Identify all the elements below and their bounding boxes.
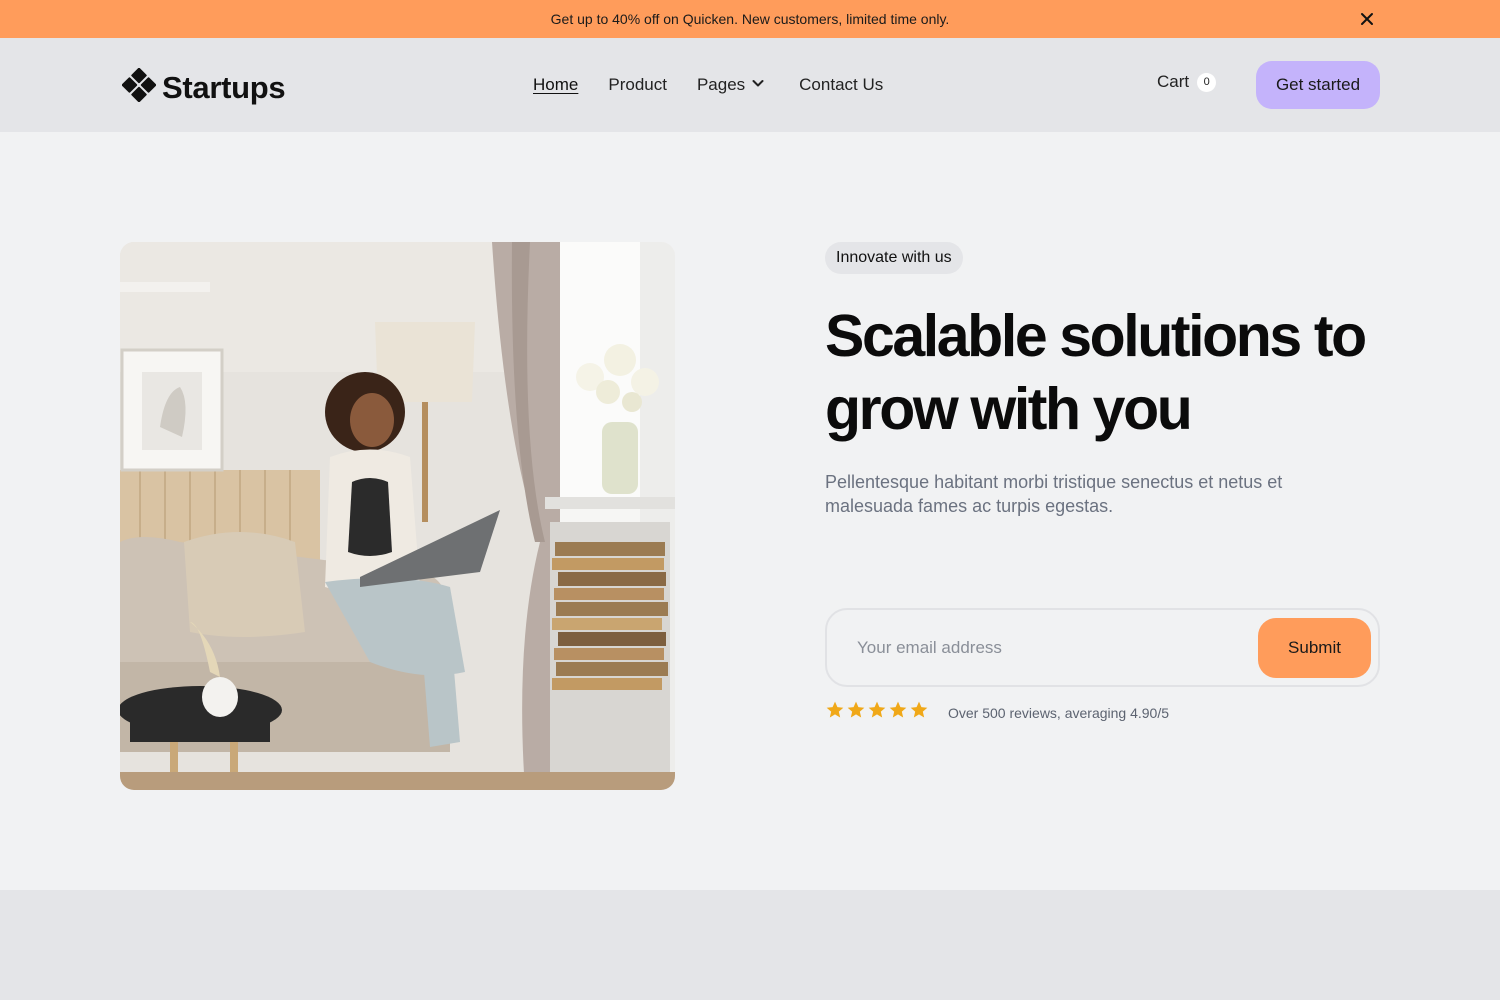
star-icon	[846, 700, 866, 725]
diamond-grid-icon	[121, 67, 157, 107]
cart-link[interactable]: Cart 0	[1157, 72, 1217, 92]
brand-logo[interactable]: Startups	[121, 67, 286, 107]
cart-label: Cart	[1157, 72, 1190, 91]
announcement-bar: Get up to 40% off on Quicken. New custom…	[0, 0, 1500, 38]
cart-count-badge: 0	[1197, 72, 1217, 92]
navbar: Startups Home Product Pages Contact Us C…	[0, 38, 1500, 132]
nav-item-product[interactable]: Product	[608, 75, 667, 95]
star-icon	[867, 700, 887, 725]
reviews-summary: Over 500 reviews, averaging 4.90/5	[825, 700, 1169, 725]
close-icon[interactable]	[1358, 10, 1376, 28]
email-input[interactable]	[857, 628, 1237, 668]
main-menu: Home Product Pages Contact Us	[533, 75, 883, 95]
nav-item-pages-label: Pages	[696, 75, 746, 94]
nav-item-home[interactable]: Home	[533, 75, 578, 95]
hero-subtext: Pellentesque habitant morbi tristique se…	[825, 472, 1283, 516]
hero-headline: Scalable solutions to grow with you	[825, 303, 1367, 442]
chevron-down-icon	[751, 75, 765, 95]
reviews-text: Over 500 reviews, averaging 4.90/5	[948, 704, 1170, 721]
email-signup-form: Submit	[825, 608, 1380, 687]
nav-item-contact[interactable]: Contact Us	[799, 75, 883, 95]
star-rating	[825, 700, 929, 725]
announcement-text: Get up to 40% off on Quicken. New custom…	[550, 11, 950, 27]
star-icon	[825, 700, 845, 725]
tagline-pill: Innovate with us	[825, 242, 963, 274]
hero-section: Innovate with us Scalable solutions to g…	[0, 132, 1500, 890]
get-started-button[interactable]: Get started	[1256, 61, 1380, 109]
nav-item-pages[interactable]: Pages	[697, 75, 765, 95]
hero-image	[120, 242, 675, 790]
star-icon	[888, 700, 908, 725]
star-icon	[909, 700, 929, 725]
submit-button[interactable]: Submit	[1258, 618, 1371, 678]
brand-name: Startups	[162, 69, 286, 105]
next-section	[0, 890, 1500, 1000]
